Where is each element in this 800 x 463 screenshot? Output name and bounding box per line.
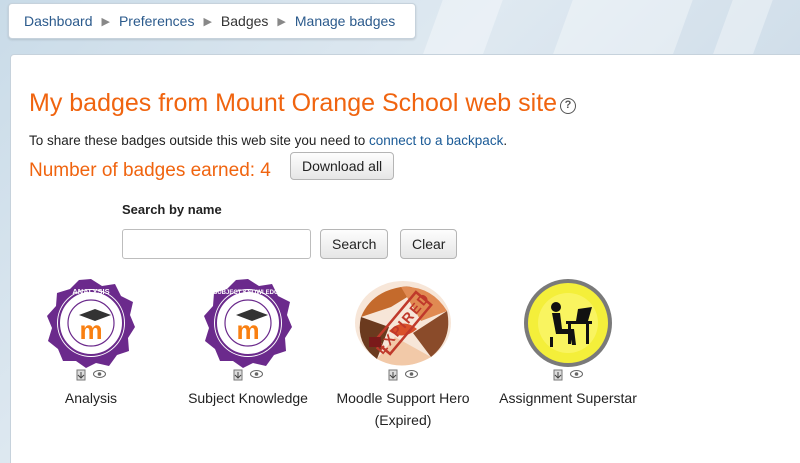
svg-text:m: m: [79, 315, 102, 345]
subject-knowledge-badge-icon[interactable]: SUBJECT KNOWLEDGE m: [202, 277, 294, 369]
share-text: To share these badges outside this web s…: [29, 133, 369, 148]
help-icon[interactable]: ?: [560, 98, 577, 114]
breadcrumb-separator-icon: ▶: [203, 15, 212, 28]
badge-subject-knowledge[interactable]: SUBJECT KNOWLEDGE m Subject Knowledge: [173, 277, 323, 409]
badge-name[interactable]: Assignment Superstar: [493, 387, 643, 409]
badge-count: Number of badges earned: 4: [29, 160, 271, 181]
badge-assignment-superstar[interactable]: Assignment Superstar: [493, 277, 643, 409]
analysis-badge-icon[interactable]: ANALYSIS m: [45, 277, 137, 369]
eye-icon[interactable]: [250, 369, 263, 383]
eye-icon[interactable]: [405, 369, 418, 383]
badge-name[interactable]: Subject Knowledge: [173, 387, 323, 409]
search-button[interactable]: Search: [320, 229, 389, 259]
search-label: Search by name: [122, 202, 222, 217]
breadcrumb-separator-icon: ▶: [277, 15, 286, 28]
breadcrumb-manage-badges[interactable]: Manage badges: [295, 13, 395, 29]
main-panel: My badges from Mount Orange School web s…: [10, 54, 800, 463]
page-title-text: My badges from Mount Orange School web s…: [29, 89, 558, 117]
download-icon[interactable]: [553, 369, 564, 383]
badge-actions: [328, 369, 478, 383]
badge-name[interactable]: Analysis: [16, 387, 166, 409]
svg-text:SUBJECT KNOWLEDGE: SUBJECT KNOWLEDGE: [213, 290, 282, 296]
svg-text:ANALYSIS: ANALYSIS: [72, 287, 109, 296]
superstar-badge-icon[interactable]: [522, 277, 614, 369]
breadcrumb: Dashboard ▶ Preferences ▶ Badges ▶ Manag…: [8, 3, 416, 39]
search-input[interactable]: [122, 229, 311, 259]
share-end: .: [503, 133, 508, 148]
connect-backpack-link[interactable]: connect to a backpack: [369, 133, 503, 148]
badge-expired-label: (Expired): [374, 412, 432, 428]
breadcrumb-preferences[interactable]: Preferences: [119, 13, 194, 29]
clear-button[interactable]: Clear: [400, 229, 458, 259]
download-icon[interactable]: [233, 369, 244, 383]
download-all-button[interactable]: Download all: [290, 152, 395, 180]
page-title: My badges from Mount Orange School web s…: [29, 89, 577, 118]
svg-text:m: m: [236, 315, 259, 345]
breadcrumb-badges: Badges: [220, 13, 269, 29]
download-icon[interactable]: [76, 369, 87, 383]
share-info: To share these badges outside this web s…: [29, 133, 507, 148]
badge-actions: [173, 369, 323, 383]
badge-actions: [493, 369, 643, 383]
breadcrumb-separator-icon: ▶: [101, 15, 110, 28]
badge-moodle-support-hero[interactable]: EXPIRED Moodle Support Hero (Expired): [328, 277, 478, 431]
eye-icon[interactable]: [570, 369, 583, 383]
hands-badge-icon[interactable]: EXPIRED: [351, 277, 455, 369]
badge-actions: [16, 369, 166, 383]
breadcrumb-dashboard[interactable]: Dashboard: [24, 13, 93, 29]
eye-icon[interactable]: [93, 369, 106, 383]
badge-analysis[interactable]: ANALYSIS m Analysis: [16, 277, 166, 409]
badge-name[interactable]: Moodle Support Hero: [328, 387, 478, 409]
download-icon[interactable]: [388, 369, 399, 383]
